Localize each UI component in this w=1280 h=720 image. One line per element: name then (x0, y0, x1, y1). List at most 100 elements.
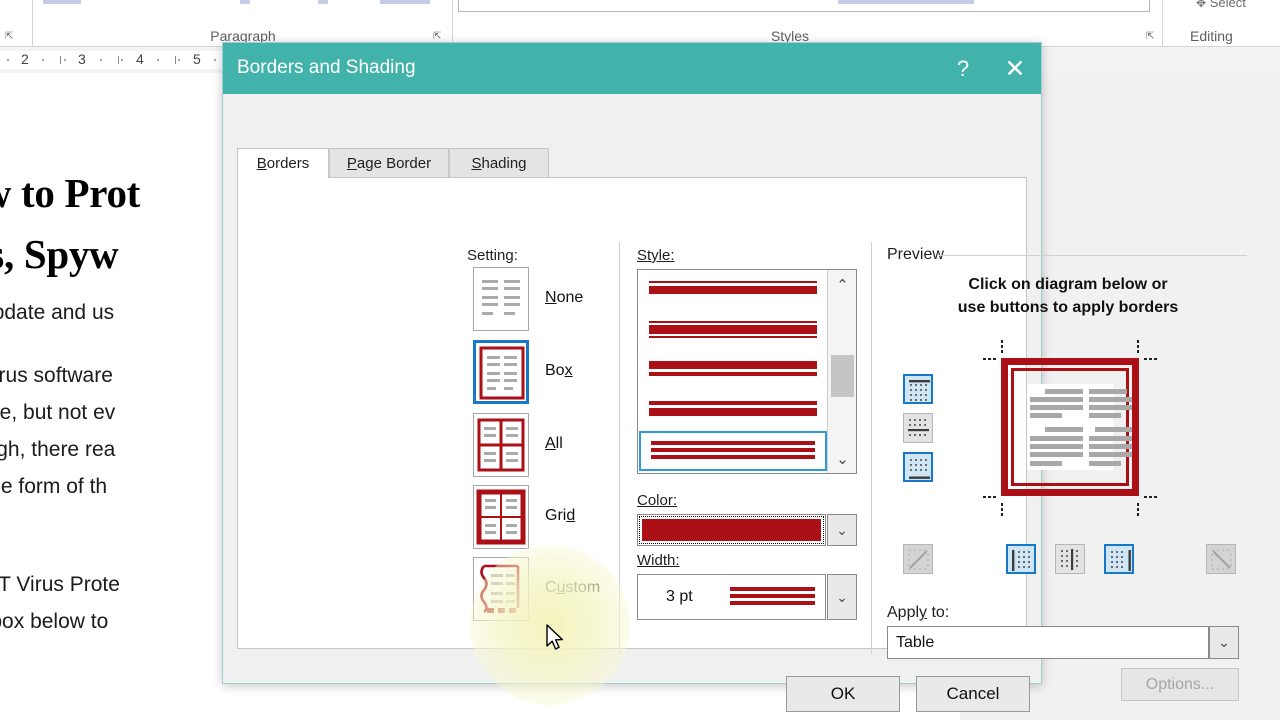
diagram-outer-border[interactable] (1001, 358, 1139, 496)
ribbon-chip (43, 0, 81, 4)
width-dropdown-arrow-icon[interactable]: ⌄ (827, 574, 857, 620)
color-swatch-wrapper[interactable] (637, 514, 826, 546)
help-icon[interactable]: ? (937, 43, 989, 94)
width-preview-icon (730, 587, 815, 609)
accel: x (564, 362, 573, 379)
style-option-4[interactable] (639, 391, 827, 431)
bottom-border-icon (909, 458, 930, 479)
document-paragraph-line: on in the form of th (0, 475, 108, 498)
scrollbar-thumb[interactable] (831, 355, 854, 397)
setting-option-box[interactable]: Box (473, 340, 633, 412)
document-paragraph-line: stall, update and us (0, 301, 115, 324)
ribbon-chip (318, 0, 328, 4)
diagonal-up-border-icon (1211, 549, 1232, 570)
ruler-number: 5 (193, 51, 201, 67)
cancel-button[interactable]: Cancel (916, 676, 1030, 712)
diagonal-down-border-icon (908, 549, 929, 570)
width-combobox[interactable]: 3 pt ⌄ (637, 574, 857, 620)
ruler-number: 3 (78, 51, 86, 67)
preview-diagram[interactable] (983, 340, 1157, 516)
preview-group-rule (939, 255, 1247, 256)
width-label: Width: (637, 552, 680, 569)
box-glyph-icon (479, 346, 525, 400)
left-border-icon (1012, 550, 1030, 571)
paragraph-dialog-launcher-2[interactable]: ⇱ (433, 31, 444, 42)
style-listbox[interactable]: ⌃ ⌄ (637, 269, 857, 474)
ribbon-chip (380, 0, 430, 4)
apply-to-dropdown-arrow-icon[interactable]: ⌄ (1209, 626, 1239, 659)
apply-to-value-box[interactable]: Table (887, 626, 1209, 659)
document-paragraph-line: malware, but not ev (0, 401, 116, 424)
column-divider (619, 242, 620, 654)
setting-option-grid[interactable]: Grid (473, 485, 633, 557)
diagram-content (1027, 384, 1132, 470)
tab-borders[interactable]: BBordersorders (237, 148, 329, 178)
column-divider (871, 242, 872, 654)
width-value-box[interactable]: 3 pt (637, 574, 826, 620)
setting-option-all-label: All (545, 435, 563, 452)
diagram-corner-marker (1135, 340, 1157, 362)
tab-page-border-accel: P (346, 154, 357, 172)
setting-thumb-custom-icon (473, 557, 529, 621)
dialog-body: BBordersorders Page Border Shading Setti… (223, 94, 1247, 712)
ruler-number: 2 (21, 51, 29, 67)
accel: A (545, 435, 556, 452)
style-option-5[interactable] (639, 431, 827, 471)
ok-button[interactable]: OK (786, 676, 900, 712)
tab-page-border[interactable]: Page Border (329, 148, 449, 177)
tab-shading[interactable]: Shading (449, 148, 549, 177)
style-scrollbar[interactable]: ⌃ ⌄ (827, 270, 856, 473)
right-border-icon (1110, 550, 1131, 571)
setting-option-box-label: Box (545, 362, 573, 379)
setting-option-none-label: None (545, 289, 584, 306)
setting-option-all[interactable]: All (473, 413, 633, 485)
setting-option-custom-label: Custom (545, 579, 601, 596)
ribbon-group-editing: Editing (1190, 28, 1233, 44)
custom-glyph-icon (480, 564, 520, 614)
close-icon[interactable]: ✕ (989, 43, 1041, 94)
style-option-2[interactable] (639, 311, 827, 351)
document-paragraph-line: ut the box below to (0, 610, 109, 633)
ruler-number: 4 (136, 51, 144, 67)
color-dropdown-arrow-icon[interactable]: ⌄ (827, 514, 857, 546)
preview-button-top-border[interactable] (903, 374, 933, 404)
preview-button-diagonal-down-border[interactable] (903, 544, 933, 574)
scroll-down-icon[interactable]: ⌄ (828, 444, 857, 473)
setting-option-custom[interactable]: Custom (473, 557, 633, 629)
diagram-corner-marker (1135, 494, 1157, 516)
dialog-title: Borders and Shading (237, 57, 416, 78)
preview-button-horizontal-border[interactable] (903, 413, 933, 443)
accel: N (545, 289, 557, 306)
styles-dialog-launcher[interactable]: ⇱ (1146, 31, 1157, 42)
setting-option-none[interactable]: None (473, 267, 633, 339)
tab-borders-accel: B (256, 155, 267, 172)
style-label-text: Style: (637, 247, 675, 264)
width-value: 3 pt (666, 588, 693, 605)
preview-button-bottom-border[interactable] (903, 452, 933, 482)
ribbon-chip (240, 0, 250, 4)
dialog-title-bar[interactable]: Borders and Shading ? ✕ (223, 43, 1041, 94)
preview-button-right-border[interactable] (1104, 544, 1134, 574)
document-paragraph-line: ively, BT Virus Prote (0, 573, 120, 596)
diagram-corner-marker (983, 340, 1005, 362)
width-label-text: Width: (637, 552, 680, 569)
ribbon: ✥ Select ⇱ Paragraph ⇱ Styles ⇱ Editing (0, 0, 1280, 47)
borders-and-shading-dialog: Borders and Shading ? ✕ BBordersorders P… (222, 42, 1247, 712)
preview-button-vertical-border[interactable] (1055, 544, 1085, 574)
select-command[interactable]: ✥ Select (1196, 0, 1246, 10)
paragraph-dialog-launcher[interactable]: ⇱ (5, 31, 16, 42)
preview-button-diagonal-up-border[interactable] (1206, 544, 1236, 574)
options-button[interactable]: Options... (1121, 668, 1239, 701)
select-icon: ✥ (1196, 0, 1207, 10)
accel: d (566, 507, 576, 524)
setting-option-grid-label: Grid (545, 507, 576, 524)
color-combobox[interactable]: ⌄ (637, 514, 857, 546)
color-label: Color: (637, 492, 677, 509)
apply-to-combobox[interactable]: Table ⌄ (887, 626, 1239, 659)
style-option-1[interactable] (639, 271, 827, 311)
preview-button-left-border[interactable] (1006, 544, 1036, 574)
scroll-up-icon[interactable]: ⌃ (828, 270, 857, 299)
setting-thumb-all-icon (473, 413, 529, 477)
styles-gallery[interactable] (458, 0, 1150, 12)
style-option-3[interactable] (639, 351, 827, 391)
